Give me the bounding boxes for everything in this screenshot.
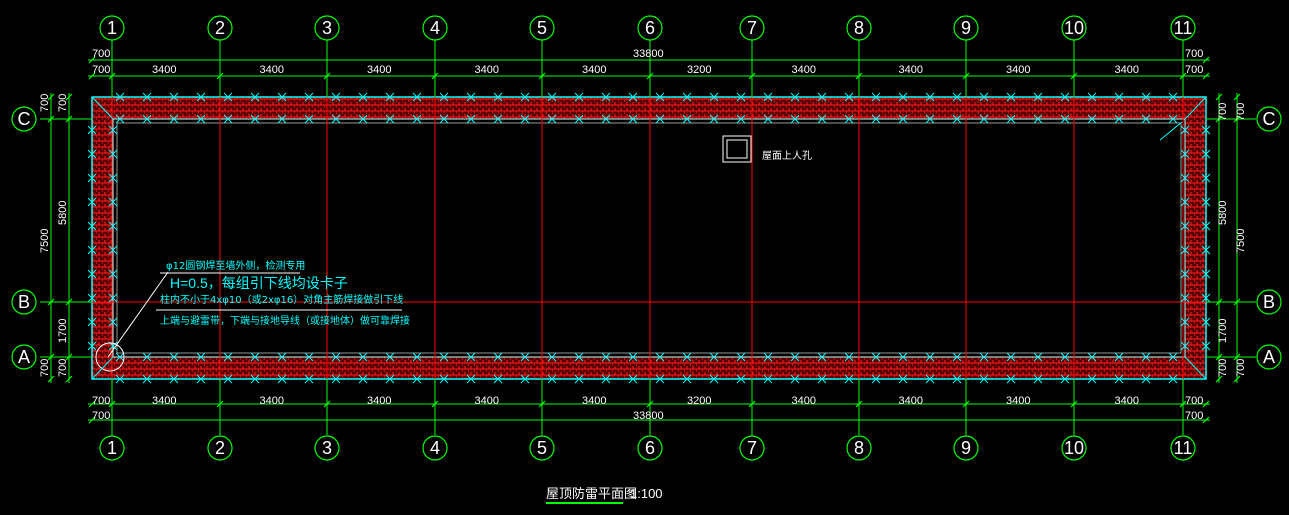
- drawing-title: 屋顶防雷平面图: [546, 486, 637, 502]
- row-axis-label: A: [1263, 347, 1275, 367]
- column-axis-label: 9: [961, 18, 971, 38]
- bottom-edge-left-2: 700: [92, 410, 110, 422]
- top-edge-left-2: 700: [92, 64, 110, 76]
- span-dimension: 3200: [687, 64, 711, 76]
- grid-lines: [92, 97, 1206, 379]
- column-axis-label: 5: [537, 18, 547, 38]
- span-dimension: 3400: [582, 395, 606, 407]
- span-dimension: 3400: [899, 395, 923, 407]
- span-dimension: 3400: [367, 395, 391, 407]
- column-axis-label: 4: [430, 438, 440, 458]
- column-axis-bubbles: 11223344556677889910101111: [99, 15, 1196, 461]
- column-axis-label: 11: [1174, 438, 1193, 458]
- column-axis-label: 8: [854, 438, 864, 458]
- span-dimension: 3400: [792, 395, 816, 407]
- row-axis-label: B: [1263, 292, 1275, 312]
- column-axis-label: 3: [322, 18, 332, 38]
- column-axis-label: 9: [961, 438, 971, 458]
- span-dimension: 3400: [152, 395, 176, 407]
- row-axis-label: A: [18, 347, 30, 367]
- column-axis-label: 10: [1064, 438, 1084, 458]
- column-axis-label: 11: [1174, 18, 1193, 38]
- span-dimension: 3400: [475, 395, 499, 407]
- parapet-hatch: [92, 97, 1206, 379]
- note-line-4: 上端与避雷带，下端与接地导线（或接地体）做可靠焊接: [160, 314, 410, 327]
- column-axis-label: 1: [107, 18, 117, 38]
- row-axis-label: C: [18, 109, 31, 129]
- right-inner: 5800: [1217, 201, 1229, 225]
- left-edge-bottom-2: 700: [57, 359, 69, 377]
- span-dimension: 3200: [687, 395, 711, 407]
- right-small: 1700: [1217, 319, 1229, 343]
- span-dimension: 3400: [367, 64, 391, 76]
- column-axis-label: 4: [430, 18, 440, 38]
- row-axis-label: B: [18, 292, 30, 312]
- column-axis-label: 3: [322, 438, 332, 458]
- span-dimension: 3400: [1115, 64, 1139, 76]
- column-axis-label: 1: [107, 438, 117, 458]
- span-dimension: 3400: [260, 64, 284, 76]
- span-dimension: 3400: [475, 64, 499, 76]
- column-axis-label: 7: [747, 18, 757, 38]
- right-edge-bottom-2: 700: [1235, 359, 1247, 377]
- drawing-scale: 1:100: [630, 486, 663, 501]
- top-edge-right: 700: [1185, 48, 1203, 60]
- span-dimension: 3400: [1115, 395, 1139, 407]
- top-edge-left: 700: [92, 48, 110, 60]
- column-axis-label: 8: [854, 18, 864, 38]
- span-dimension: 3400: [582, 64, 606, 76]
- right-edge-top: 700: [1217, 103, 1229, 121]
- column-axis-label: 5: [537, 438, 547, 458]
- note-line-3: 柱内不小于4xφ10（或2xφ16）对角主筋焊接做引下线: [160, 293, 403, 306]
- column-axis-label: 2: [215, 438, 225, 458]
- note-line-1: φ12圆钢焊至墙外侧，检测专用: [166, 259, 305, 272]
- row-axis-label: C: [1263, 109, 1276, 129]
- span-dimension: 3400: [260, 395, 284, 407]
- left-edge-top: 700: [39, 94, 51, 112]
- column-axis-label: 2: [215, 18, 225, 38]
- roof-lightning-plan: 3400 3400 3400 3400 3400 3400 3400 3400 3400 3400…: [11, 15, 1282, 504]
- right-edge-top-2: 700: [1235, 103, 1247, 121]
- left-small: 1700: [57, 319, 69, 343]
- column-axis-label: 10: [1064, 18, 1084, 38]
- span-dimension: 3400: [152, 64, 176, 76]
- span-dimension: 3400: [1006, 64, 1030, 76]
- row-axis-bubbles: C C B B A A: [11, 106, 1282, 370]
- top-edge-right-2: 700: [1185, 64, 1203, 76]
- column-axis-label: 6: [645, 438, 655, 458]
- span-dimension: 3400: [1006, 395, 1030, 407]
- span-dimension: 3400: [792, 64, 816, 76]
- roof-hatch-label: 屋面上人孔: [762, 150, 812, 162]
- left-edge-bottom: 700: [39, 359, 51, 377]
- left-outer: 7500: [39, 229, 51, 253]
- note-line-2: H=0.5，每组引下线均设卡子: [170, 275, 348, 291]
- bottom-edge-left: 700: [92, 395, 110, 407]
- roof-hatch-inner: [726, 139, 748, 159]
- column-axis-label: 6: [645, 18, 655, 38]
- corner-arrow-tr: [1159, 121, 1183, 141]
- left-edge-top-2: 700: [57, 94, 69, 112]
- lightning-belt-outer: [91, 96, 1207, 380]
- belt-marks: [87, 92, 1211, 384]
- top-total: 33800: [633, 48, 664, 60]
- bottom-edge-right: 700: [1185, 395, 1203, 407]
- right-edge-bottom: 700: [1217, 359, 1229, 377]
- bottom-total: 33800: [633, 410, 664, 422]
- right-outer: 7500: [1235, 229, 1247, 253]
- left-inner: 5800: [57, 201, 69, 225]
- bottom-edge-right-2: 700: [1185, 410, 1203, 422]
- column-axis-label: 7: [747, 438, 757, 458]
- span-dimension: 3400: [899, 64, 923, 76]
